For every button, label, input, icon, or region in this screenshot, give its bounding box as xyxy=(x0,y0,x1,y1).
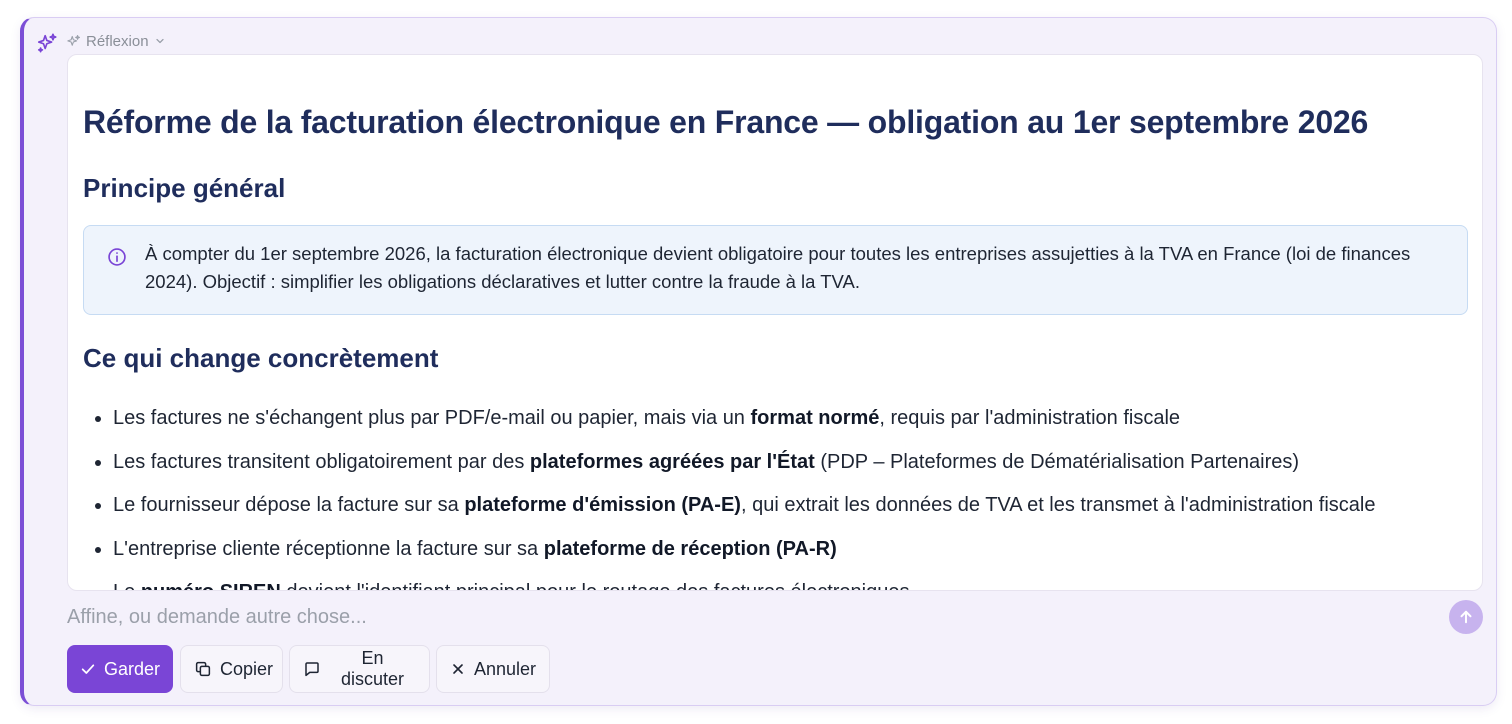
sparkles-icon xyxy=(37,33,57,53)
cancel-button-label: Annuler xyxy=(474,658,537,679)
info-callout-text: À compter du 1er septembre 2026, la fact… xyxy=(145,243,1411,292)
discuss-button[interactable]: En discuter xyxy=(289,645,430,693)
document-title: Réforme de la facturation électronique e… xyxy=(83,104,1369,140)
copy-button[interactable]: Copier xyxy=(180,645,283,693)
discuss-button-label: En discuter xyxy=(340,648,405,689)
cancel-button[interactable]: Annuler xyxy=(436,645,550,693)
copy-icon xyxy=(195,661,211,677)
chat-bubble-icon xyxy=(305,662,319,677)
arrow-up-icon xyxy=(1460,610,1472,624)
list-item: Le numéro SIREN devient l'identifiant pr… xyxy=(113,575,1473,590)
list-item: L'entreprise cliente réceptionne la fact… xyxy=(113,532,1473,576)
check-icon xyxy=(81,664,95,674)
list-item: Le fournisseur dépose la facture sur sa … xyxy=(113,488,1473,532)
sparkle-small-icon xyxy=(67,34,80,46)
close-icon xyxy=(453,664,463,674)
reflexion-label: Réflexion xyxy=(86,32,149,50)
keep-button[interactable]: Garder xyxy=(67,645,173,693)
response-content[interactable]: Réforme de la facturation électronique e… xyxy=(67,54,1483,591)
ai-response-panel: Réflexion Réforme de la facturation élec… xyxy=(20,17,1497,706)
keep-button-label: Garder xyxy=(104,658,161,679)
copy-button-label: Copier xyxy=(220,658,274,679)
info-icon xyxy=(108,248,126,266)
chevron-down-icon xyxy=(155,38,164,44)
changes-list: Les factures ne s'échangent plus par PDF… xyxy=(113,401,1473,590)
list-item: Les factures transitent obligatoirement … xyxy=(113,445,1473,489)
refine-input[interactable] xyxy=(67,602,1437,632)
section-heading-changes: Ce qui change concrètement xyxy=(83,343,439,373)
section-heading-principe: Principe général xyxy=(83,173,286,203)
send-button[interactable] xyxy=(1449,600,1483,634)
list-item: Les factures ne s'échangent plus par PDF… xyxy=(113,401,1473,445)
info-callout: À compter du 1er septembre 2026, la fact… xyxy=(83,225,1468,315)
reflexion-toggle[interactable]: Réflexion xyxy=(66,31,166,51)
